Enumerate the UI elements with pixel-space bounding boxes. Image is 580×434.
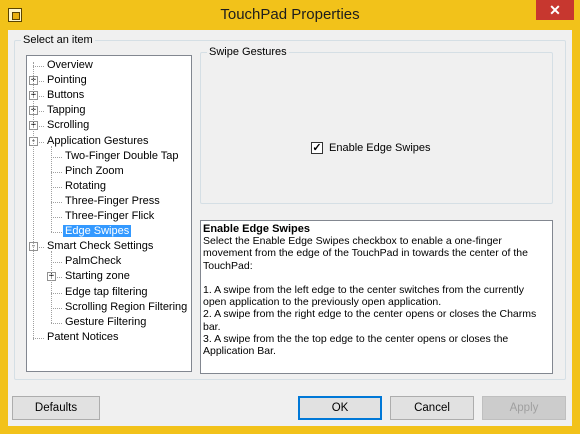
- description-item-3: 3. A swipe from the the top edge to the …: [203, 332, 509, 358]
- tree-item-label: Gesture Filtering: [65, 315, 147, 328]
- tree-item[interactable]: Overview: [45, 58, 95, 73]
- tree-item[interactable]: Smart Check Settings: [45, 239, 155, 254]
- enable-edge-swipes-checkbox[interactable]: ✓: [311, 142, 323, 154]
- tree-item-label: PalmCheck: [65, 255, 122, 268]
- tree-item-label: Patent Notices: [47, 330, 119, 343]
- tree-item[interactable]: Application Gestures: [45, 134, 151, 149]
- tree-connector: [51, 262, 62, 264]
- tree-item-label: Starting zone: [65, 270, 130, 283]
- tree-item[interactable]: Buttons: [45, 88, 86, 103]
- tree-item-label: Edge Swipes: [63, 225, 132, 238]
- tree-item[interactable]: Three-Finger Flick: [63, 209, 156, 224]
- ok-button[interactable]: OK: [298, 396, 382, 420]
- tree-connector: [51, 292, 62, 294]
- tree-connector: [51, 307, 62, 309]
- tree-item[interactable]: Pointing: [45, 73, 89, 88]
- tree-item[interactable]: Two-Finger Double Tap: [63, 149, 181, 164]
- tree-guide-line: [33, 62, 34, 340]
- swipe-gestures-group: Swipe Gestures ✓ Enable Edge Swipes: [200, 46, 553, 204]
- defaults-button[interactable]: Defaults: [12, 396, 100, 420]
- window-title: TouchPad Properties: [220, 6, 360, 23]
- tree-item[interactable]: PalmCheck: [63, 254, 123, 269]
- enable-edge-swipes-label[interactable]: Enable Edge Swipes: [329, 142, 431, 154]
- tree-item[interactable]: Starting zone: [63, 269, 132, 284]
- tree-item[interactable]: Edge Swipes: [63, 224, 132, 239]
- tree-item[interactable]: Patent Notices: [45, 330, 121, 345]
- close-button[interactable]: ✕: [536, 0, 574, 20]
- tree-connector: [51, 232, 62, 234]
- swipe-gestures-legend: Swipe Gestures: [209, 46, 287, 58]
- touchpad-properties-window: TouchPad Properties ✕ Select an item Ove…: [0, 0, 580, 434]
- description-panel: Enable Edge Swipes Select the Enable Edg…: [200, 220, 553, 374]
- tree-item-label: Smart Check Settings: [47, 240, 154, 253]
- tree-item-label: Two-Finger Double Tap: [65, 149, 179, 162]
- checkmark-icon: ✓: [312, 142, 322, 154]
- tree-item-label: Rotating: [65, 179, 106, 192]
- tree-connector: [51, 322, 62, 324]
- tree-item-label: Overview: [47, 59, 93, 71]
- tree-connector: [51, 156, 62, 158]
- tree-item[interactable]: Pinch Zoom: [63, 164, 126, 179]
- description-intro: Select the Enable Edge Swipes checkbox t…: [203, 235, 528, 272]
- tree-item-label: Pointing: [47, 74, 87, 87]
- select-item-legend: Select an item: [23, 34, 93, 46]
- close-icon: ✕: [549, 2, 561, 18]
- tree-item-label: Edge tap filtering: [65, 285, 148, 298]
- tree-item-label: Three-Finger Flick: [65, 210, 155, 222]
- settings-tree[interactable]: Overview Pointing + Buttons + Tapping + Scrolli…: [26, 55, 192, 372]
- tree-item-label: Scrolling Region Filtering: [65, 300, 188, 313]
- tree-guide-line: [51, 145, 52, 233]
- tree-item[interactable]: Rotating: [63, 179, 108, 194]
- tree-guide-line: [51, 251, 52, 323]
- description-item-1: 1. A swipe from the left edge to the cen…: [203, 284, 524, 309]
- tree-item-label: Tapping: [47, 104, 86, 117]
- tree-connector: [51, 217, 62, 218]
- tree-item[interactable]: Tapping: [45, 103, 88, 118]
- description-title: Enable Edge Swipes: [203, 223, 310, 235]
- tree-item[interactable]: Scrolling Region Filtering: [63, 300, 189, 315]
- title-bar[interactable]: TouchPad Properties ✕: [0, 0, 580, 30]
- tree-item[interactable]: Three-Finger Press: [63, 194, 162, 209]
- dialog-body: Select an item Overview Pointing + Buttons +…: [8, 30, 572, 426]
- cancel-button[interactable]: Cancel: [390, 396, 474, 420]
- tree-connector: [33, 337, 44, 339]
- tree-item[interactable]: Gesture Filtering: [63, 315, 148, 330]
- tree-item-label: Pinch Zoom: [65, 164, 124, 177]
- apply-button[interactable]: Apply: [482, 396, 566, 420]
- tree-connector: [33, 66, 44, 67]
- tree-item[interactable]: Scrolling: [45, 118, 91, 133]
- tree-connector: [51, 171, 62, 173]
- description-item-2: 2. A swipe from the right edge to the ce…: [203, 308, 537, 333]
- tree-item-label: Application Gestures: [47, 134, 149, 147]
- tree-connector: [51, 201, 62, 203]
- tree-connector: [51, 186, 62, 188]
- tree-item-label: Buttons: [47, 89, 85, 102]
- tree-item-label: Three-Finger Press: [65, 194, 160, 207]
- tree-item[interactable]: Edge tap filtering: [63, 285, 150, 300]
- tree-item-label: Scrolling: [47, 119, 90, 132]
